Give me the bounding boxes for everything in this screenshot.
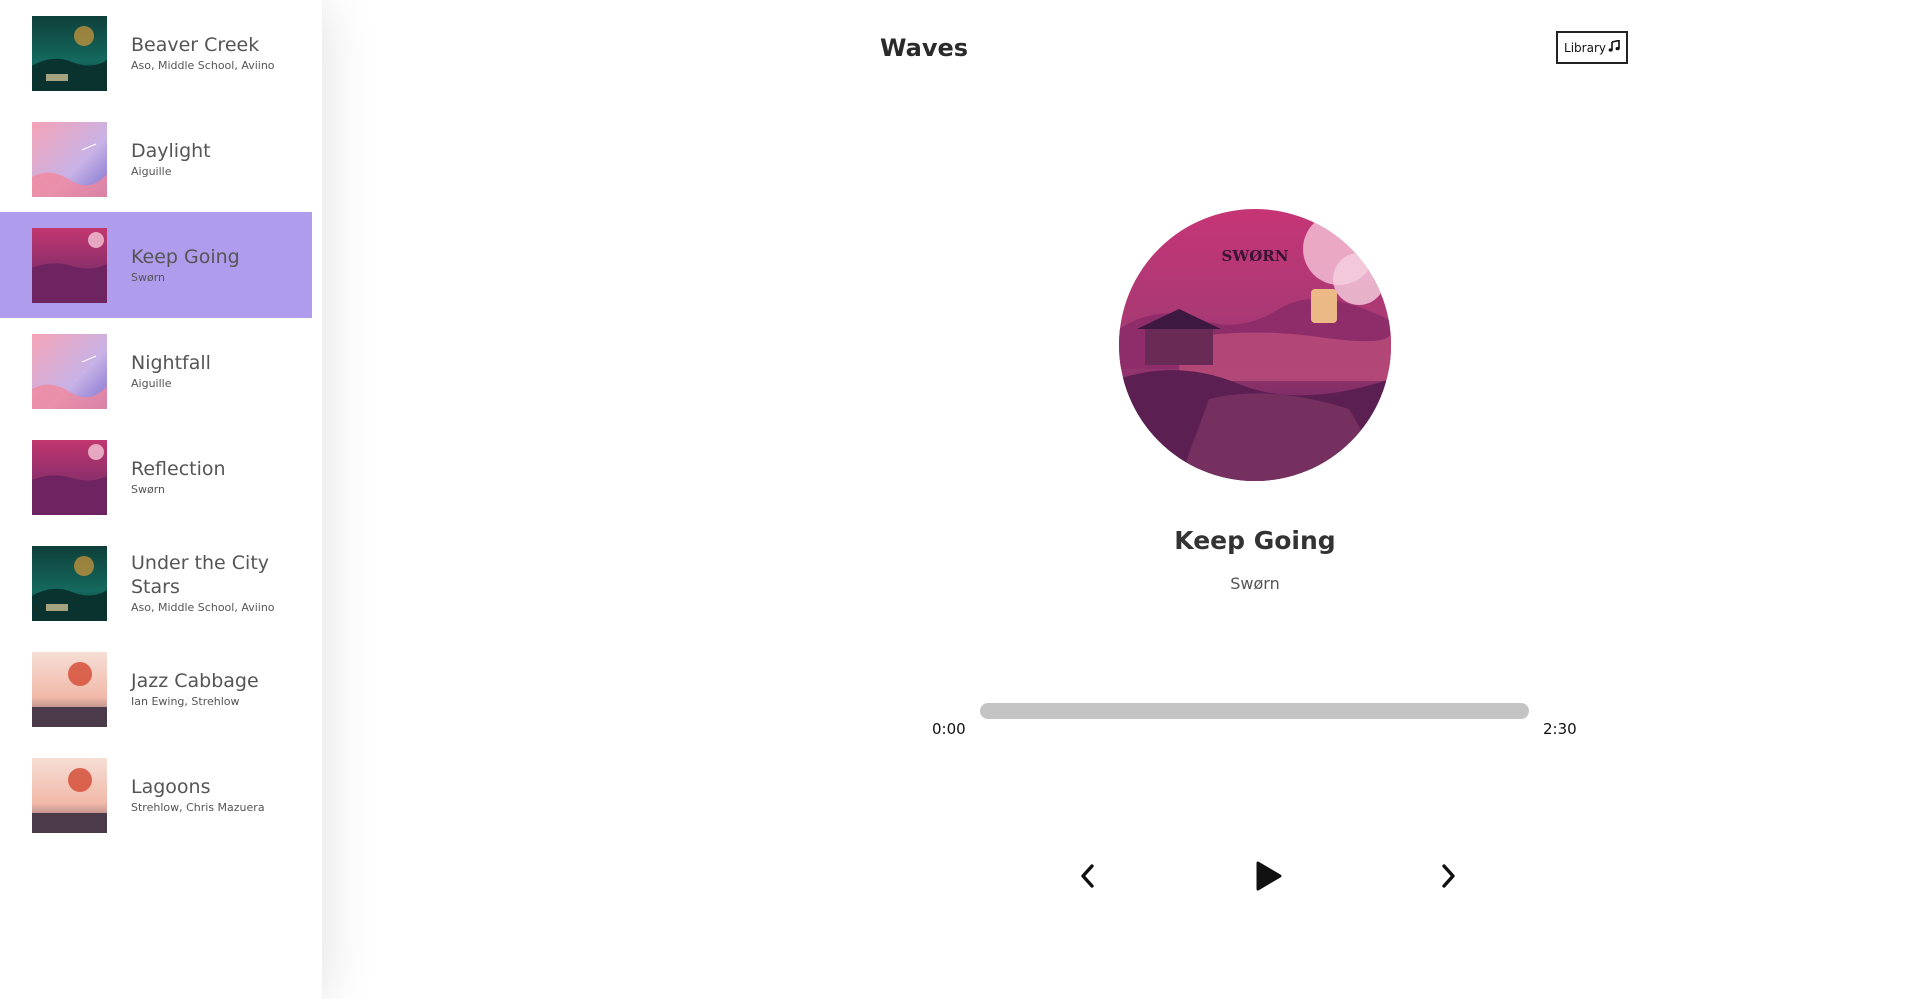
album-cover — [32, 757, 107, 833]
library-song-under-the-city-stars[interactable]: Under the City Stars Aso, Middle School,… — [0, 530, 312, 636]
album-cover — [32, 15, 107, 91]
current-song-title: Keep Going — [1174, 526, 1336, 555]
library-song-nightfall[interactable]: Nightfall Aiguille — [0, 318, 312, 424]
album-art-disc: SWØRN — [1119, 209, 1391, 481]
song-name: Jazz Cabbage — [131, 670, 259, 692]
play-button[interactable] — [1250, 858, 1286, 894]
album-cover — [32, 227, 107, 303]
song-artist: Strehlow, Chris Mazuera — [131, 801, 265, 814]
library-sidebar: Beaver Creek Aso, Middle School, Aviino … — [0, 0, 322, 999]
music-note-icon — [1608, 39, 1620, 55]
song-description: Under the City Stars Aso, Middle School,… — [131, 551, 291, 615]
library-song-daylight[interactable]: Daylight Aiguille — [0, 106, 312, 212]
song-artist: Aiguille — [131, 165, 172, 178]
song-name: Beaver Creek — [131, 34, 260, 56]
song-description: Nightfall Aiguille — [131, 351, 291, 391]
cover-text: SWØRN — [1222, 247, 1289, 265]
song-list: Beaver Creek Aso, Middle School, Aviino … — [0, 0, 322, 848]
library-song-beaver-creek[interactable]: Beaver Creek Aso, Middle School, Aviino — [0, 0, 312, 106]
progress-slider[interactable] — [980, 703, 1529, 719]
chevron-right-icon — [1438, 862, 1458, 890]
song-artist: Ian Ewing, Strehlow — [131, 695, 240, 708]
song-name: Lagoons — [131, 776, 211, 798]
song-description: Jazz Cabbage Ian Ewing, Strehlow — [131, 669, 291, 709]
album-cover — [32, 651, 107, 727]
song-name: Reflection — [131, 458, 226, 480]
library-button-label: Library — [1564, 40, 1606, 55]
skip-forward-button[interactable] — [1430, 858, 1466, 894]
play-icon — [1253, 860, 1283, 892]
song-artist: Aso, Middle School, Aviino — [131, 601, 275, 614]
song-name: Daylight — [131, 140, 211, 162]
album-cover — [32, 439, 107, 515]
album-cover — [32, 545, 107, 621]
song-name: Nightfall — [131, 352, 211, 374]
library-song-jazz-cabbage[interactable]: Jazz Cabbage Ian Ewing, Strehlow — [0, 636, 312, 742]
song-name: Under the City Stars — [131, 552, 270, 598]
current-song-artist: Swørn — [1230, 574, 1280, 593]
song-artist: Swørn — [131, 483, 166, 496]
library-song-keep-going[interactable]: Keep Going Swørn — [0, 212, 312, 318]
song-artist: Aso, Middle School, Aviino — [131, 59, 275, 72]
skip-back-button[interactable] — [1070, 858, 1106, 894]
current-time: 0:00 — [932, 720, 966, 738]
library-song-lagoons[interactable]: Lagoons Strehlow, Chris Mazuera — [0, 742, 312, 848]
library-song-reflection[interactable]: Reflection Swørn — [0, 424, 312, 530]
song-description: Lagoons Strehlow, Chris Mazuera — [131, 775, 291, 815]
chevron-left-icon — [1078, 862, 1098, 890]
library-toggle-button[interactable]: Library — [1556, 31, 1628, 64]
song-name: Keep Going — [131, 246, 240, 268]
song-description: Daylight Aiguille — [131, 139, 291, 179]
song-artist: Aiguille — [131, 377, 172, 390]
album-cover — [32, 121, 107, 197]
song-artist: Swørn — [131, 271, 166, 284]
song-description: Reflection Swørn — [131, 457, 291, 497]
app-title: Waves — [880, 34, 969, 62]
song-description: Beaver Creek Aso, Middle School, Aviino — [131, 33, 291, 73]
album-cover — [32, 333, 107, 409]
total-time: 2:30 — [1543, 720, 1577, 738]
song-description: Keep Going Swørn — [131, 245, 291, 285]
